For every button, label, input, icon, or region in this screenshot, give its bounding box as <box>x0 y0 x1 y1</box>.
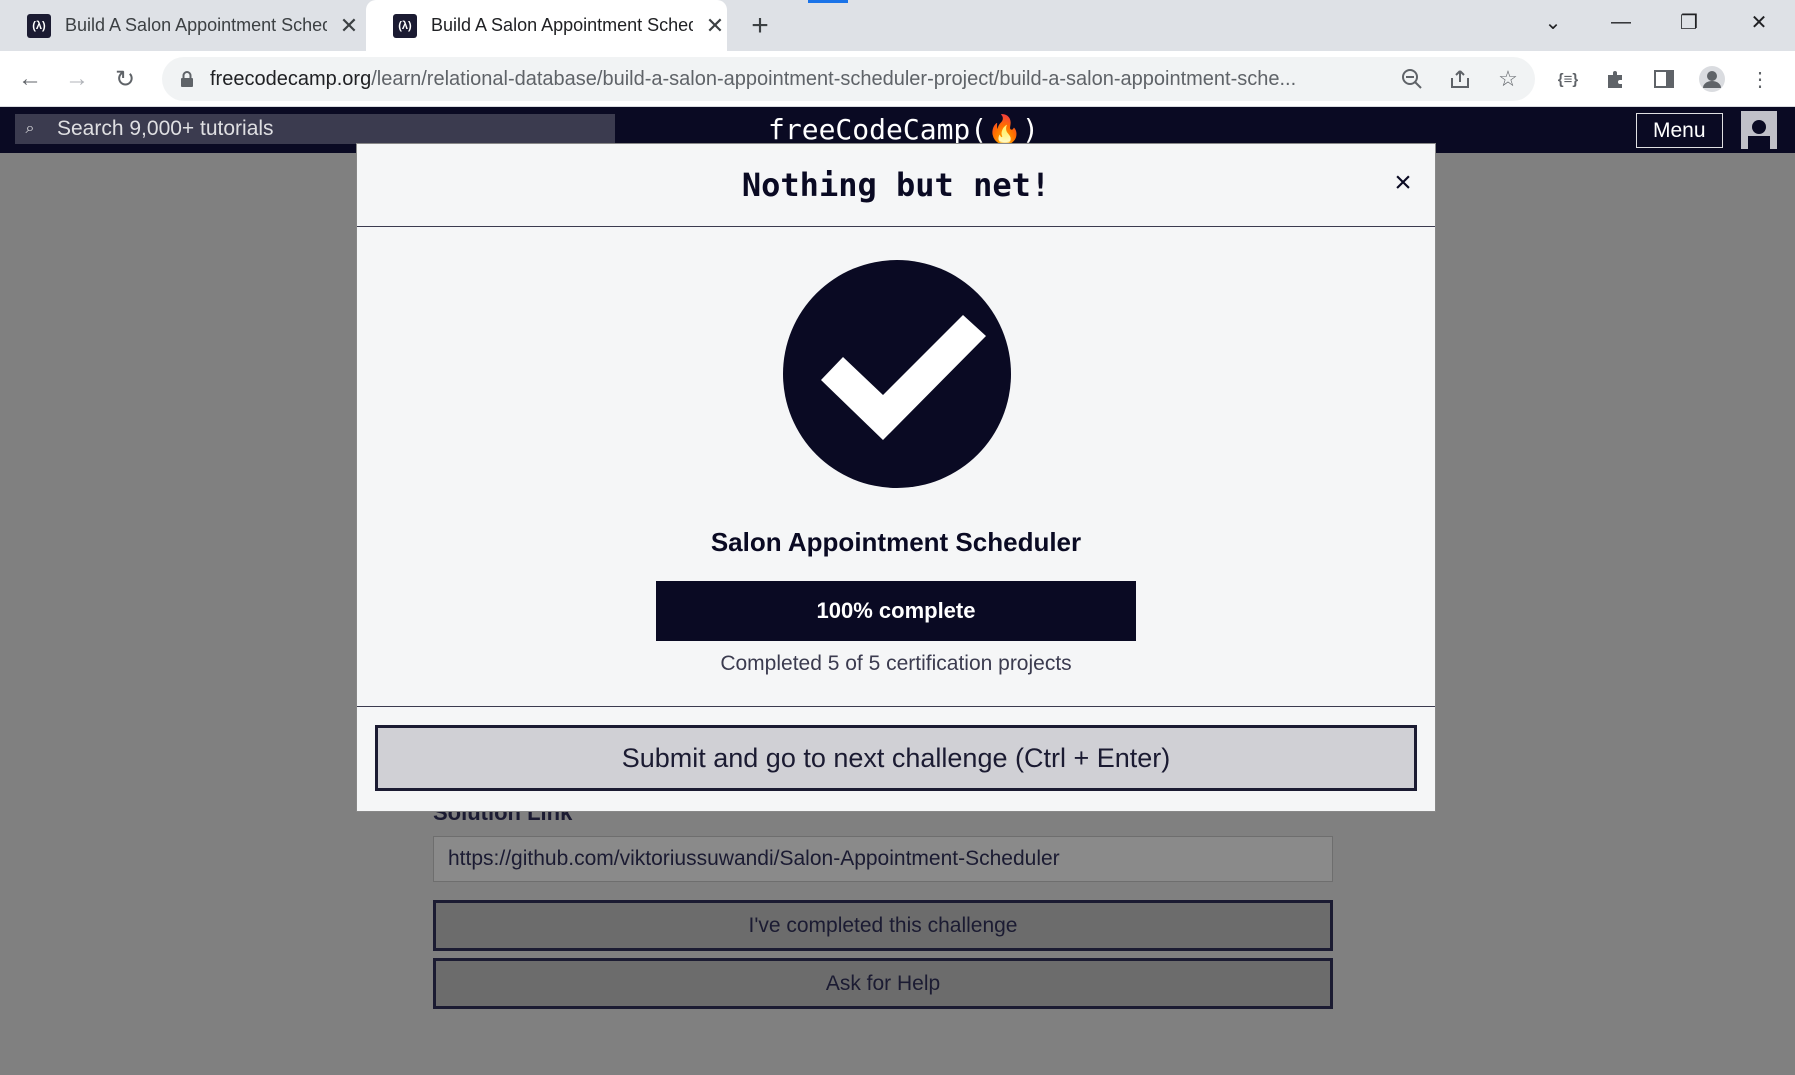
profile-avatar-icon[interactable] <box>1696 63 1728 95</box>
browser-tab-2-active[interactable]: (λ) Build A Salon Appointment Scheduler … <box>366 0 727 51</box>
loading-indicator <box>808 0 848 3</box>
modal-body: Salon Appointment Scheduler 100% complet… <box>357 227 1435 707</box>
search-input[interactable]: ⌕ Search 9,000+ tutorials <box>15 114 615 144</box>
lock-icon <box>180 70 194 93</box>
share-icon[interactable] <box>1446 65 1474 93</box>
tab-close-icon[interactable]: ✕ <box>705 13 725 39</box>
address-bar[interactable]: freecodecamp.org/learn/relational-databa… <box>162 57 1535 101</box>
checkmark-circle-icon <box>783 260 1011 488</box>
close-icon[interactable]: × <box>1387 166 1419 200</box>
certification-name: Salon Appointment Scheduler <box>710 527 1082 557</box>
search-icon: ⌕ <box>25 120 35 137</box>
user-avatar[interactable] <box>1741 111 1777 149</box>
completed-projects-text: Completed 5 of 5 certification projects <box>720 652 1072 675</box>
restore-icon[interactable]: ❐ <box>1659 0 1719 44</box>
browser-tabstrip: (λ) Build A Salon Appointment Scheduler … <box>0 0 1795 51</box>
submit-next-challenge-button[interactable]: Submit and go to next challenge (Ctrl + … <box>375 725 1417 791</box>
tab-title: Build A Salon Appointment Scheduler <box>65 15 327 35</box>
more-menu-icon[interactable]: ⋮ <box>1744 63 1776 95</box>
url-text: freecodecamp.org/learn/relational-databa… <box>210 68 1297 90</box>
window-close-icon[interactable]: ✕ <box>1729 0 1789 44</box>
side-panel-icon[interactable] <box>1648 63 1680 95</box>
extensions-puzzle-icon[interactable] <box>1600 63 1632 95</box>
browser-toolbar: ← → ↻ freecodecamp.org/learn/relational-… <box>0 51 1795 107</box>
freecodecamp-favicon-icon: (λ) <box>27 13 51 38</box>
menu-button[interactable]: Menu <box>1636 113 1723 148</box>
modal-title: Nothing but net! <box>741 166 1051 204</box>
browser-tab-1[interactable]: (λ) Build A Salon Appointment Scheduler … <box>0 0 366 51</box>
tab-title: Build A Salon Appointment Scheduler <box>431 15 693 35</box>
extension-json-icon[interactable]: {≡} <box>1552 63 1584 95</box>
solution-link-input[interactable]: https://github.com/viktoriussuwandi/Salo… <box>433 836 1333 882</box>
freecodecamp-favicon-icon: (λ) <box>393 13 417 38</box>
progress-bar: 100% complete <box>656 581 1136 641</box>
completed-challenge-button[interactable]: I've completed this challenge <box>433 900 1333 951</box>
bookmark-star-icon[interactable]: ☆ <box>1494 65 1522 93</box>
progress-label: 100% complete <box>816 598 976 623</box>
freecodecamp-logo[interactable]: freeCodeCamp(🔥) <box>768 113 1039 146</box>
completion-modal: Nothing but net! × Salon Appointment Sch… <box>356 143 1436 812</box>
minimize-icon[interactable]: — <box>1591 0 1651 44</box>
ask-for-help-button[interactable]: Ask for Help <box>433 958 1333 1009</box>
zoom-out-icon[interactable] <box>1398 65 1426 93</box>
forward-arrow-icon[interactable]: → <box>61 63 93 95</box>
new-tab-plus-icon[interactable]: + <box>742 8 778 44</box>
reload-icon[interactable]: ↻ <box>109 63 141 95</box>
tab-close-icon[interactable]: ✕ <box>339 13 359 39</box>
modal-footer: Submit and go to next challenge (Ctrl + … <box>357 707 1435 811</box>
tab-search-chevron-icon[interactable]: ⌄ <box>1523 0 1583 44</box>
modal-header: Nothing but net! × <box>357 144 1435 227</box>
back-arrow-icon[interactable]: ← <box>14 63 46 95</box>
challenge-page-content: Solution Link https://github.com/viktori… <box>433 800 1333 1016</box>
